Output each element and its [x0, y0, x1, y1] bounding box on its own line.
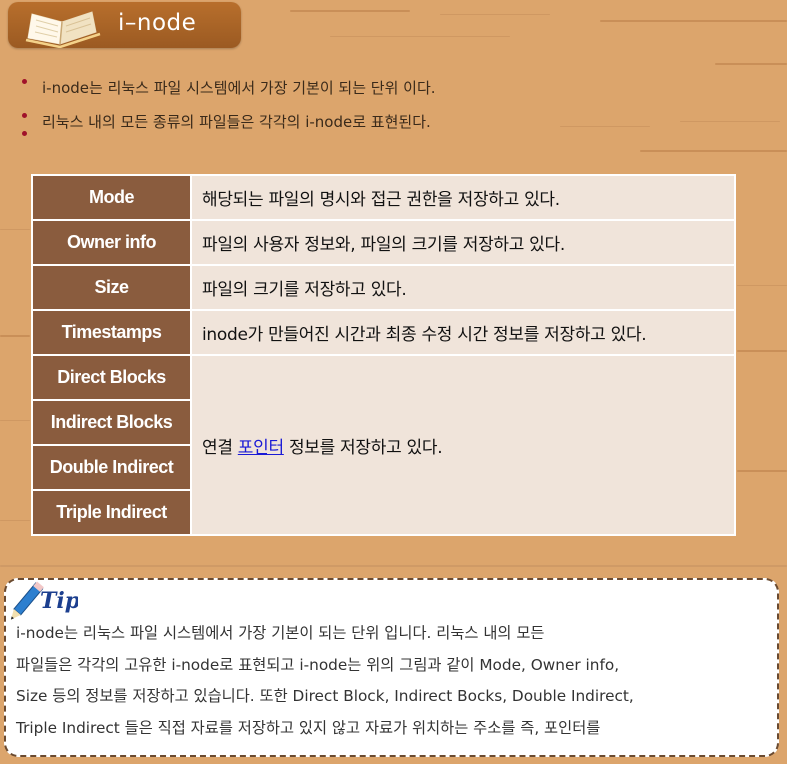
tip-line: i-node는 리눅스 파일 시스템에서 가장 기본이 되는 단위 입니다. 리…	[16, 624, 545, 642]
open-book-icon	[25, 11, 101, 48]
block-description-suffix: 정보를 저장하고 있다.	[288, 437, 443, 458]
bullet-dot-icon	[22, 131, 27, 136]
pointer-link[interactable]: 포인터	[238, 438, 284, 458]
block-pointer-description-cell: 연결 포인터 정보를 저장하고 있다.	[190, 354, 736, 536]
block-description-prefix: 연결	[202, 437, 233, 458]
tip-label: Tip	[40, 588, 78, 614]
bullet-dot-icon	[22, 79, 27, 84]
field-name-cell: Timestamps	[31, 309, 192, 356]
field-name-cell: Mode	[31, 174, 192, 221]
field-name-cell: Owner info	[31, 219, 192, 266]
field-name-cell: Triple Indirect	[31, 489, 192, 536]
field-name-cell: Indirect Blocks	[31, 399, 192, 446]
field-description-cell: inode가 만들어진 시간과 최종 수정 시간 정보를 저장하고 있다.	[190, 309, 736, 356]
table-row: Timestamps inode가 만들어진 시간과 최종 수정 시간 정보를 …	[31, 309, 736, 356]
bullet-dot-icon	[22, 113, 27, 118]
pencil-tip-icon: Tip	[10, 581, 78, 620]
table-row: Owner info 파일의 사용자 정보와, 파일의 크기를 저장하고 있다.	[31, 219, 736, 266]
field-name-cell: Direct Blocks	[31, 354, 192, 401]
field-description-cell: 파일의 크기를 저장하고 있다.	[190, 264, 736, 311]
bullet-text: 리눅스 내의 모든 종류의 파일들은 각각의 i-node로 표현된다.	[42, 113, 431, 131]
tip-line: Size 등의 정보를 저장하고 있습니다. 또한 Direct Block, …	[16, 687, 634, 705]
field-name-cell: Double Indirect	[31, 444, 192, 491]
field-name-cell: Size	[31, 264, 192, 311]
tip-text: i-node는 리눅스 파일 시스템에서 가장 기본이 되는 단위 입니다. 리…	[16, 618, 761, 744]
table-row: Size 파일의 크기를 저장하고 있다.	[31, 264, 736, 311]
field-description-cell: 파일의 사용자 정보와, 파일의 크기를 저장하고 있다.	[190, 219, 736, 266]
tip-line: 파일들은 각각의 고유한 i-node로 표현되고 i-node는 위의 그림과…	[16, 655, 620, 674]
table-row: Direct Blocks 연결 포인터 정보를 저장하고 있다.	[31, 354, 736, 536]
tip-line: Triple Indirect 들은 직접 자료를 저장하고 있지 않고 자료가…	[16, 718, 601, 737]
field-description-cell: 해당되는 파일의 명시와 접근 권한을 저장하고 있다.	[190, 174, 736, 221]
table-row: Mode 해당되는 파일의 명시와 접근 권한을 저장하고 있다.	[31, 174, 736, 221]
inode-structure-table: Mode 해당되는 파일의 명시와 접근 권한을 저장하고 있다. Owner …	[31, 174, 736, 536]
bullet-text: i-node는 리눅스 파일 시스템에서 가장 기본이 되는 단위 이다.	[42, 79, 436, 97]
section-header: i–node	[8, 2, 241, 48]
section-title: i–node	[118, 10, 197, 36]
